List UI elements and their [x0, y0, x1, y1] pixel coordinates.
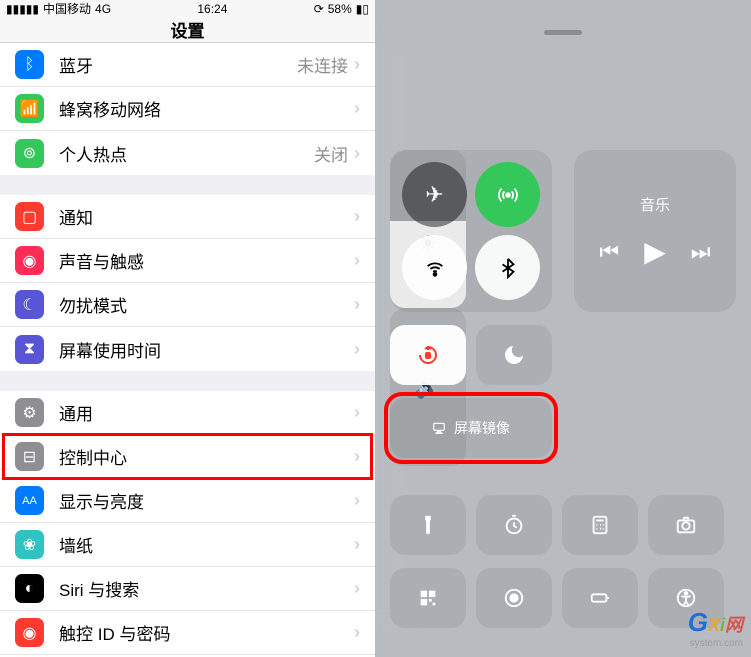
chevron-right-icon: › — [354, 578, 360, 599]
settings-row-siri[interactable]: ◐ Siri 与搜索› — [0, 567, 375, 611]
row-label: 屏幕使用时间 — [59, 337, 354, 362]
chevron-right-icon: › — [354, 534, 360, 555]
row-label: Siri 与搜索 — [59, 576, 354, 601]
settings-row-cellular[interactable]: 📶 蜂窝移动网络› — [0, 87, 375, 131]
row-label: 蓝牙 — [59, 52, 297, 77]
flashlight-button[interactable] — [390, 495, 466, 555]
row-label: 显示与亮度 — [59, 488, 354, 513]
airplay-icon — [432, 421, 446, 435]
watermark: GXi网 system.com — [688, 607, 743, 649]
settings-row-hotspot[interactable]: ⊚ 个人热点关闭 › — [0, 131, 375, 175]
connectivity-tile[interactable]: ✈ — [390, 150, 552, 312]
chevron-right-icon: › — [354, 622, 360, 643]
camera-button[interactable] — [648, 495, 724, 555]
row-label: 声音与触感 — [59, 248, 354, 273]
airplane-toggle[interactable]: ✈ — [402, 162, 467, 227]
settings-row-sound[interactable]: ◉ 声音与触感› — [0, 239, 375, 283]
calculator-button[interactable] — [562, 495, 638, 555]
qr-button[interactable] — [390, 568, 466, 628]
row-label: 个人热点 — [59, 141, 314, 166]
row-label: 勿扰模式 — [59, 292, 354, 317]
settings-row-wallpaper[interactable]: ❀ 墙纸› — [0, 523, 375, 567]
row-detail: 未连接 — [297, 52, 348, 77]
lowpower-button[interactable] — [562, 568, 638, 628]
mirror-label: 屏幕镜像 — [454, 418, 510, 438]
cellular-toggle[interactable] — [475, 162, 540, 227]
siri-icon: ◐ — [15, 574, 44, 603]
chevron-right-icon: › — [354, 250, 360, 271]
chevron-right-icon: › — [354, 402, 360, 423]
bluetooth-toggle[interactable] — [475, 235, 540, 300]
bluetooth-icon: ᛒ — [15, 50, 44, 79]
aa-icon: AA — [15, 486, 44, 515]
notification-icon: ▢ — [15, 202, 44, 231]
refresh-icon: ⟳ — [314, 2, 324, 16]
settings-row-notification[interactable]: ▢ 通知› — [0, 195, 375, 239]
touchid-icon: ◉ — [15, 618, 44, 647]
row-label: 墙纸 — [59, 532, 354, 557]
music-tile[interactable]: 音乐 ⏮ ▶ ⏭ — [574, 150, 736, 312]
chevron-right-icon: › — [354, 54, 360, 75]
chevron-right-icon: › — [354, 339, 360, 360]
hotspot-icon: ⊚ — [15, 139, 44, 168]
carrier-label: 中国移动 — [43, 0, 91, 17]
wallpaper-icon: ❀ — [15, 530, 44, 559]
battery-icon: ▮▯ — [356, 2, 369, 16]
row-label: 蜂窝移动网络 — [59, 96, 354, 121]
play-icon[interactable]: ▶ — [644, 235, 666, 268]
gear-icon: ⚙ — [15, 398, 44, 427]
orientation-lock-toggle[interactable] — [390, 325, 466, 385]
row-label: 通知 — [59, 204, 354, 229]
chevron-right-icon: › — [354, 143, 360, 164]
chevron-right-icon: › — [354, 206, 360, 227]
moon-icon: ☾ — [15, 290, 44, 319]
row-label: 控制中心 — [59, 444, 354, 469]
music-label: 音乐 — [640, 194, 670, 215]
settings-row-touchid[interactable]: ◉ 触控 ID 与密码› — [0, 611, 375, 655]
chevron-right-icon: › — [354, 490, 360, 511]
switches-icon: ⊟ — [15, 442, 44, 471]
settings-row-bluetooth[interactable]: ᛒ 蓝牙未连接 › — [0, 43, 375, 87]
row-label: 通用 — [59, 400, 354, 425]
row-label: 触控 ID 与密码 — [59, 620, 354, 645]
record-button[interactable] — [476, 568, 552, 628]
control-center: ✈ 音乐 ⏮ ▶ ⏭ — [375, 0, 751, 657]
dnd-toggle[interactable] — [476, 325, 552, 385]
time-label: 16:24 — [197, 2, 227, 16]
timer-button[interactable] — [476, 495, 552, 555]
sound-icon: ◉ — [15, 246, 44, 275]
drag-handle[interactable] — [544, 30, 582, 35]
hourglass-icon: ⧗ — [15, 335, 44, 364]
cellular-icon: 📶 — [15, 94, 44, 123]
network-label: 4G — [95, 2, 111, 16]
battery-label: 58% — [328, 2, 352, 16]
chevron-right-icon: › — [354, 98, 360, 119]
signal-icon: ▮▮▮▮▮ — [6, 2, 39, 16]
prev-track-icon[interactable]: ⏮ — [599, 239, 619, 265]
row-detail: 关闭 — [314, 141, 348, 166]
wifi-toggle[interactable] — [402, 235, 467, 300]
page-title: 设置 — [0, 17, 375, 43]
next-track-icon[interactable]: ⏭ — [691, 239, 711, 265]
settings-row-moon[interactable]: ☾ 勿扰模式› — [0, 283, 375, 327]
settings-row-gear[interactable]: ⚙ 通用› — [0, 391, 375, 435]
settings-screen: ▮▮▮▮▮ 中国移动 4G 16:24 ⟳ 58% ▮▯ 设置 ᛒ蓝牙未连接›📶… — [0, 0, 375, 657]
settings-row-switches[interactable]: ⊟ 控制中心› — [0, 435, 375, 479]
status-bar: ▮▮▮▮▮ 中国移动 4G 16:24 ⟳ 58% ▮▯ — [0, 0, 375, 17]
settings-row-hourglass[interactable]: ⧗ 屏幕使用时间› — [0, 327, 375, 371]
chevron-right-icon: › — [354, 294, 360, 315]
chevron-right-icon: › — [354, 446, 360, 467]
screen-mirror-button[interactable]: 屏幕镜像 — [390, 398, 552, 458]
settings-row-aa[interactable]: AA 显示与亮度› — [0, 479, 375, 523]
